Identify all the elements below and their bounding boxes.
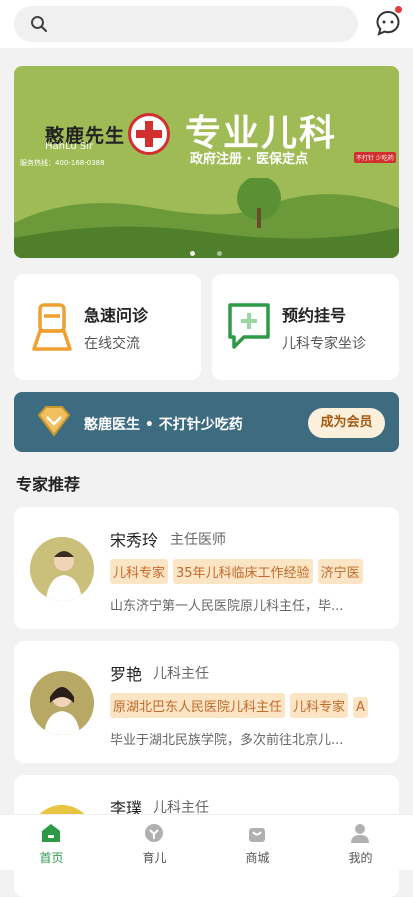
diamond-icon [37, 406, 71, 437]
member-text: 憨鹿医生 • 不打针少吃药 [84, 417, 243, 433]
member-banner[interactable]: 憨鹿医生 • 不打针少吃药 成为会员 [14, 392, 399, 452]
carousel-dot[interactable] [217, 251, 222, 256]
search-icon [31, 16, 48, 33]
doctor-avatar [30, 671, 94, 735]
doctor-tag: 济宁医 [317, 559, 363, 584]
tab-profile[interactable]: 我的 [309, 815, 412, 871]
doctor-tag: 儿科专家 [290, 693, 349, 718]
doctor-avatar [30, 537, 94, 601]
doctor-tags: 原湖北巴东人民医院儿科主任 儿科专家 A [110, 693, 385, 719]
banner-subtitle: 政府注册 · 医保定点 [190, 152, 308, 167]
consult-icon [32, 303, 72, 351]
doctor-desc: 山东济宁第一人民医院原儿科主任，毕... [110, 599, 344, 614]
doctor-name: 宋秀玲 [110, 531, 159, 550]
user-icon [351, 824, 369, 843]
doctor-tag: 35年儿科临床工作经验 [173, 559, 313, 584]
brand-en: HanLu Sir [45, 141, 94, 152]
doctor-card[interactable]: 罗艳 儿科主任 原湖北巴东人民医院儿科主任 儿科专家 A 毕业于湖北民族学院，多次前… [14, 641, 399, 763]
carousel-dots [190, 241, 244, 260]
appointment-icon [228, 303, 270, 349]
top-bar [0, 0, 413, 48]
tab-label: 首页 [39, 851, 64, 865]
tab-label: 商城 [245, 851, 270, 865]
quick-consult-sub: 在线交流 [84, 336, 140, 352]
doctor-tags: 儿科专家 35年儿科临床工作经验 济宁医 [110, 559, 385, 585]
doctor-tag: 儿科专家 [110, 559, 169, 584]
medical-cross-icon [128, 113, 170, 155]
tab-parenting[interactable]: 育儿 [103, 815, 206, 871]
tab-mall[interactable]: 商城 [206, 815, 309, 871]
appointment-title: 预约挂号 [282, 306, 347, 325]
quick-consult-title: 急速问诊 [84, 306, 149, 325]
tab-home[interactable]: 首页 [0, 815, 103, 871]
doctor-card[interactable]: 宋秀玲 主任医师 儿科专家 35年儿科临床工作经验 济宁医 山东济宁第一人民医院原儿… [14, 507, 399, 629]
notification-dot [395, 6, 402, 13]
hotline: 服务热线：400-168-0388 [20, 159, 105, 167]
quick-consult-card[interactable]: 急速问诊 在线交流 [14, 274, 201, 380]
banner-tag: 不打针 少吃药 [354, 152, 396, 163]
become-member-button[interactable]: 成为会员 [308, 408, 385, 438]
parenting-icon [145, 824, 163, 842]
doctor-desc: 毕业于湖北民族学院，多次前往北京儿... [110, 733, 344, 748]
doctor-tag: 原湖北巴东人民医院儿科主任 [110, 693, 286, 718]
doctor-role: 主任医师 [170, 532, 226, 548]
chat-bubble-icon[interactable] [375, 10, 401, 36]
tab-label: 育儿 [142, 851, 167, 865]
bottom-tab-bar: 首页 育儿 商城 我的 [0, 814, 413, 870]
carousel-dot[interactable] [190, 251, 195, 256]
doctor-role: 儿科主任 [153, 666, 209, 682]
search-input[interactable] [14, 6, 358, 42]
doctor-name: 罗艳 [110, 665, 143, 684]
shopping-bag-icon [249, 828, 265, 842]
doctor-tag: A [353, 697, 368, 718]
tab-label: 我的 [348, 851, 373, 865]
section-title: 专家推荐 [16, 475, 81, 494]
home-icon [42, 824, 60, 842]
appointment-card[interactable]: 预约挂号 儿科专家坐诊 [212, 274, 399, 380]
appointment-sub: 儿科专家坐诊 [282, 336, 366, 352]
